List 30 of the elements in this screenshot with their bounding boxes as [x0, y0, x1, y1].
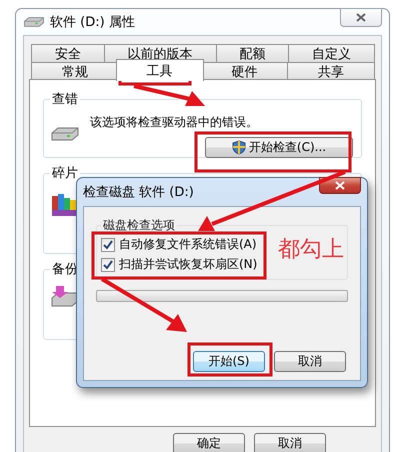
checkbox-label: 扫描并尝试恢复坏扇区(N) — [119, 256, 258, 273]
checkbox-label: 自动修复文件系统错误(A) — [119, 236, 257, 253]
group-title: 备份 — [51, 261, 79, 278]
shield-icon — [232, 140, 246, 155]
window-title: 软件 (D:) 属性 — [50, 14, 135, 31]
close-icon — [356, 13, 366, 22]
dialog-button[interactable]: 取消 — [274, 351, 346, 372]
close-button[interactable] — [319, 177, 361, 194]
drive-icon — [50, 126, 80, 142]
drive-icon — [23, 16, 45, 28]
group-title: 查错 — [51, 91, 79, 108]
description-text: 该选项将检查驱动器中的错误。 — [90, 114, 259, 131]
start-check-button[interactable]: 开始检查(C)... — [205, 137, 353, 158]
tab[interactable]: 常规 — [31, 62, 119, 80]
tab[interactable]: 安全 — [31, 44, 105, 62]
close-button[interactable] — [340, 8, 382, 27]
tab[interactable]: 自定义 — [288, 44, 375, 62]
checkbox[interactable] — [101, 258, 115, 272]
arrow — [134, 84, 205, 106]
dialog-button[interactable]: 开始(S) — [193, 351, 265, 372]
annotation-text: 都勾上 — [278, 236, 344, 264]
dialog-button[interactable]: 取消 — [254, 433, 326, 452]
tab[interactable]: 共享 — [287, 62, 375, 80]
checkbox[interactable] — [101, 238, 115, 252]
close-icon — [335, 181, 345, 190]
tab[interactable]: 配额 — [216, 44, 290, 62]
dialog-title: 检查磁盘 软件 (D:) — [83, 184, 195, 201]
group-title: 碎片 — [51, 165, 79, 182]
group-title: 磁盘检查选项 — [102, 217, 176, 234]
dialog-button[interactable]: 确定 — [173, 433, 245, 452]
